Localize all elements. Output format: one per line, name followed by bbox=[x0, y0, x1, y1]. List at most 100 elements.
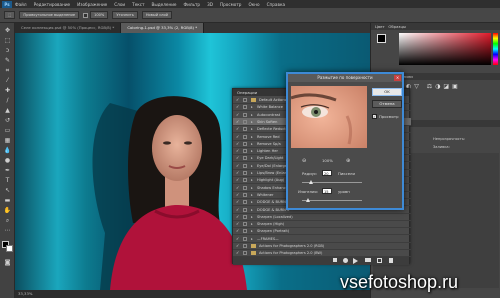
background-color-swatch[interactable] bbox=[6, 245, 13, 252]
dialog-toggle-box[interactable] bbox=[243, 134, 247, 139]
stamp-tool-icon[interactable]: ▲ bbox=[3, 107, 12, 114]
dialog-toggle-box[interactable] bbox=[243, 127, 247, 132]
menu-select[interactable]: Выделение bbox=[152, 2, 177, 7]
shape-tool-icon[interactable]: ▬ bbox=[3, 197, 12, 204]
dialog-toggle-box[interactable] bbox=[243, 163, 247, 168]
preview-checkbox[interactable]: ✓ bbox=[372, 114, 377, 119]
zoom-readout[interactable]: 33,33% bbox=[18, 291, 32, 296]
new-action-icon[interactable] bbox=[377, 258, 382, 263]
zoom-in-icon[interactable]: ⊕ bbox=[346, 158, 350, 164]
cancel-button[interactable]: Отмена bbox=[372, 100, 402, 108]
options-bar: ⬚ Прямоугольное выделение 100% Уточнить … bbox=[0, 8, 500, 23]
radius-input[interactable]: 20 bbox=[322, 170, 332, 176]
tools-panel: ✥ ⬚ ↄ ✎ ⌗ ⁄ ✚ ∕ ▲ ↺ ▭ ▦ 💧 ● ✒ T ↖ ▬ ✋ ⌕ … bbox=[0, 23, 15, 298]
dialog-toggle-box[interactable] bbox=[243, 207, 247, 212]
dialog-toggle-box[interactable] bbox=[243, 119, 247, 124]
color-picker-shade bbox=[399, 33, 491, 65]
surface-blur-dialog: Размытие по поверхности × ⊖ 100% ⊕ OK От… bbox=[286, 72, 404, 210]
sample-all-checkbox[interactable] bbox=[83, 12, 89, 18]
menu-image[interactable]: Изображение bbox=[77, 2, 107, 7]
dialog-toggle-box[interactable] bbox=[243, 192, 247, 197]
threshold-input[interactable]: 15 bbox=[322, 188, 332, 194]
threshold-slider-handle[interactable] bbox=[306, 198, 310, 202]
photoshop-logo: Ps bbox=[2, 0, 12, 8]
marquee-tool-icon[interactable]: ⬚ bbox=[3, 37, 12, 44]
opacity-label: Непрозрачность: bbox=[433, 137, 466, 141]
dialog-toggle-box[interactable] bbox=[243, 141, 247, 146]
hand-tool-icon[interactable]: ✋ bbox=[3, 207, 12, 214]
dialog-toggle-box[interactable] bbox=[243, 185, 247, 190]
menu-type[interactable]: Текст bbox=[132, 2, 144, 7]
dialog-toggle-box[interactable] bbox=[243, 236, 247, 241]
pen-tool-icon[interactable]: ✒ bbox=[3, 167, 12, 174]
menu-filter[interactable]: Фильтр bbox=[184, 2, 201, 7]
dialog-toggle-box[interactable] bbox=[243, 98, 247, 102]
gradient-tool-icon[interactable]: ▦ bbox=[3, 137, 12, 144]
menu-edit[interactable]: Редактирование bbox=[34, 2, 71, 7]
dialog-toggle-box[interactable] bbox=[243, 171, 247, 175]
dialog-toggle-box[interactable] bbox=[243, 178, 247, 183]
trash-icon[interactable] bbox=[389, 258, 393, 263]
dodge-tool-icon[interactable]: ● bbox=[3, 157, 12, 164]
blur-preview[interactable] bbox=[291, 86, 367, 148]
dialog-toggle-box[interactable] bbox=[243, 156, 247, 161]
quick-select-tool-icon[interactable]: ✎ bbox=[3, 57, 12, 64]
menu-view[interactable]: Просмотр bbox=[220, 2, 242, 7]
ok-button[interactable]: OK bbox=[372, 88, 402, 96]
type-tool-icon[interactable]: T bbox=[3, 177, 12, 184]
path-select-tool-icon[interactable]: ↖ bbox=[3, 187, 12, 194]
dialog-toggle-box[interactable] bbox=[243, 149, 247, 154]
preview-zoom-value: 100% bbox=[322, 158, 333, 163]
refine-edge-button[interactable]: Уточнить bbox=[112, 11, 138, 19]
dialog-toggle-box[interactable] bbox=[243, 112, 247, 117]
action-set-folder-icon bbox=[251, 98, 256, 102]
radius-label: Радиус: bbox=[302, 171, 318, 176]
menu-3d[interactable]: 3D bbox=[207, 2, 213, 7]
dialog-toggle-box[interactable] bbox=[243, 251, 247, 256]
record-icon[interactable] bbox=[343, 258, 348, 263]
hue-slider[interactable] bbox=[493, 33, 498, 65]
move-tool-icon[interactable]: ✥ bbox=[3, 27, 12, 34]
threshold-unit: уровн bbox=[338, 189, 350, 194]
fg-bg-color-preview[interactable] bbox=[377, 34, 386, 43]
new-layer-button[interactable]: Новый слой bbox=[141, 11, 173, 19]
radius-slider-handle[interactable] bbox=[309, 180, 313, 184]
lasso-tool-icon[interactable]: ↄ bbox=[3, 47, 12, 54]
menu-file[interactable]: Файл bbox=[15, 2, 27, 7]
action-set-folder-icon bbox=[251, 244, 256, 248]
close-icon[interactable]: × bbox=[394, 75, 401, 81]
menu-window[interactable]: Окно bbox=[248, 2, 259, 7]
zoom-out-icon[interactable]: ⊖ bbox=[302, 158, 306, 164]
blur-tool-icon[interactable]: 💧 bbox=[3, 147, 12, 154]
actions-panel-footer bbox=[233, 257, 409, 265]
eyedropper-tool-icon[interactable]: ⁄ bbox=[3, 77, 12, 84]
crop-tool-icon[interactable]: ⌗ bbox=[3, 67, 12, 74]
tab-document-2[interactable]: Coloring-1.psd @ 33,3% (2, RGB/8) * bbox=[121, 23, 205, 33]
radius-unit: Пиксели bbox=[338, 171, 355, 176]
quick-mask-icon[interactable]: ◙ bbox=[3, 259, 12, 266]
tab-document-1[interactable]: Селе коллекция.psd @ 50% (Процесс, RGB/8… bbox=[15, 23, 122, 33]
stop-icon[interactable] bbox=[333, 258, 337, 262]
tool-preset-button[interactable]: ⬚ bbox=[4, 11, 16, 19]
threshold-slider-track[interactable] bbox=[302, 200, 362, 201]
new-set-icon[interactable] bbox=[365, 258, 371, 262]
fill-label: Заливка: bbox=[433, 145, 450, 149]
dialog-toggle-box[interactable] bbox=[243, 214, 247, 219]
dialog-toggle-box[interactable] bbox=[243, 200, 247, 205]
healing-tool-icon[interactable]: ✚ bbox=[3, 87, 12, 94]
tool-mode-dropdown[interactable]: Прямоугольное выделение bbox=[19, 11, 80, 19]
dialog-toggle-box[interactable] bbox=[243, 244, 247, 248]
dialog-toggle-box[interactable] bbox=[243, 229, 247, 234]
menu-help[interactable]: Справка bbox=[267, 2, 285, 7]
dialog-toggle-box[interactable] bbox=[243, 105, 247, 110]
dialog-toggle-box[interactable] bbox=[243, 222, 247, 227]
play-icon[interactable] bbox=[353, 258, 358, 264]
brush-tool-icon[interactable]: ∕ bbox=[3, 97, 12, 104]
extra-tools-icon[interactable]: ⋯ bbox=[3, 227, 12, 234]
width-field[interactable]: 100% bbox=[90, 11, 109, 19]
eraser-tool-icon[interactable]: ▭ bbox=[3, 127, 12, 134]
tab-color[interactable]: Цвет Образцы bbox=[371, 23, 500, 30]
history-brush-tool-icon[interactable]: ↺ bbox=[3, 117, 12, 124]
zoom-tool-icon[interactable]: ⌕ bbox=[3, 217, 12, 224]
menu-layers[interactable]: Слои bbox=[114, 2, 125, 7]
